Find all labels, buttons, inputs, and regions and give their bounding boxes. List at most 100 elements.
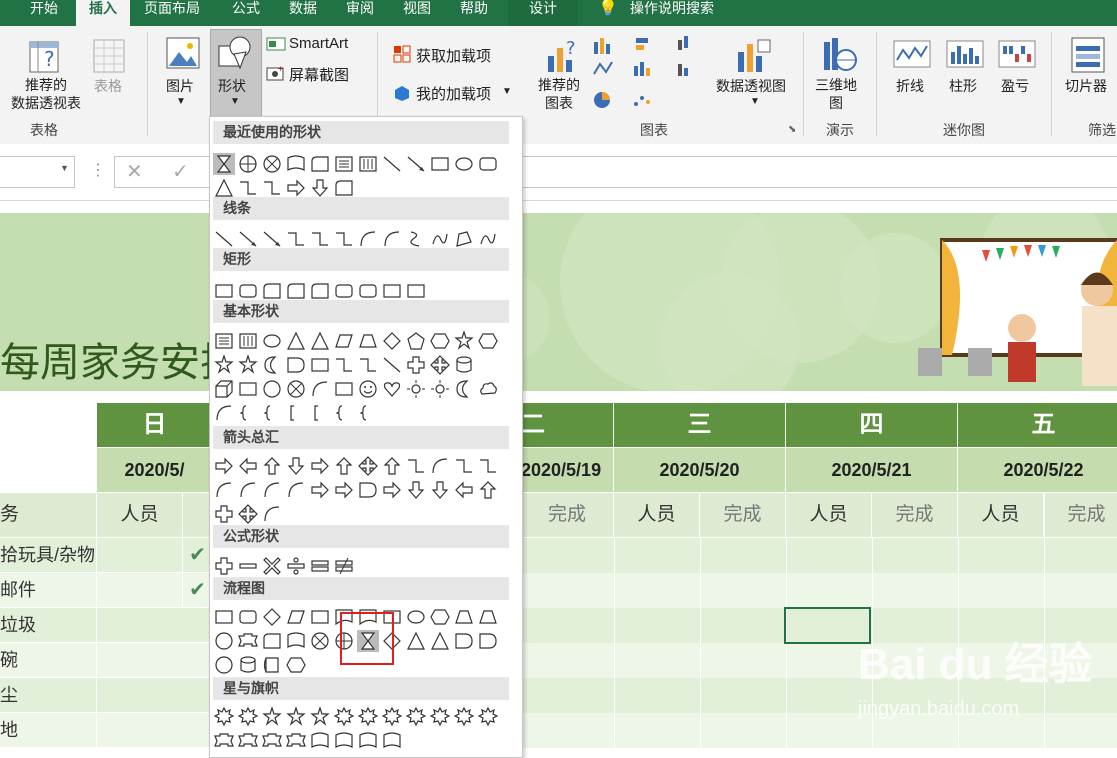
table-row[interactable] (521, 713, 1117, 748)
para-shape-icon[interactable] (285, 606, 307, 628)
bracket-shape-icon[interactable] (309, 402, 331, 424)
date-header[interactable]: 2020/5/19 (521, 448, 614, 493)
tab-data[interactable]: 数据 (289, 0, 317, 26)
curve-shape-icon[interactable] (213, 479, 235, 501)
star-shape-icon[interactable] (453, 330, 475, 352)
curve-shape-icon[interactable] (357, 228, 379, 250)
rrect-shape-icon[interactable] (333, 280, 355, 302)
oval-shape-icon[interactable] (405, 606, 427, 628)
uarrow-shape-icon[interactable] (477, 479, 499, 501)
table-cell[interactable] (97, 643, 213, 678)
snip-shape-icon[interactable] (285, 280, 307, 302)
hex-shape-icon[interactable] (429, 606, 451, 628)
curve-shape-icon[interactable] (309, 378, 331, 400)
hex-shape-icon[interactable] (285, 654, 307, 676)
line-shape-icon[interactable] (381, 153, 403, 175)
table-cell[interactable] (97, 678, 213, 713)
person-column-header[interactable]: 人员 (97, 493, 183, 538)
task-cell[interactable]: 地 (0, 713, 97, 748)
curve-shape-icon[interactable] (213, 402, 235, 424)
table-cell[interactable] (97, 538, 183, 573)
tab-home[interactable]: 开始 (30, 0, 58, 26)
date-header[interactable]: 2020/5/21 (786, 448, 958, 493)
text-shape-icon[interactable] (213, 330, 235, 352)
snip-shape-icon[interactable] (261, 280, 283, 302)
flag-shape-icon[interactable] (285, 153, 307, 175)
flag-shape-icon[interactable] (381, 730, 403, 752)
date-header[interactable]: 2020/5/20 (614, 448, 786, 493)
date-header[interactable]: 2020/5/ (97, 448, 213, 493)
snip-shape-icon[interactable] (333, 177, 355, 199)
line-shape-icon[interactable] (381, 354, 403, 376)
rect-shape-icon[interactable] (309, 606, 331, 628)
enter-icon[interactable]: ✓ (172, 159, 189, 184)
pent-shape-icon[interactable] (405, 330, 427, 352)
quad-shape-icon[interactable] (429, 354, 451, 376)
curvy-shape-icon[interactable] (405, 228, 427, 250)
rarrow-shape-icon[interactable] (213, 455, 235, 477)
darrow-shape-icon[interactable] (285, 455, 307, 477)
tab-view[interactable]: 视图 (403, 0, 431, 26)
charts-dialog-launcher-icon[interactable]: ⬊ (788, 124, 796, 135)
rarrow-shape-icon[interactable] (381, 479, 403, 501)
ribbon-shape-icon[interactable] (285, 730, 307, 752)
chart-type-icons[interactable] (590, 34, 710, 119)
seal-shape-icon[interactable] (429, 706, 451, 728)
snip-shape-icon[interactable] (261, 630, 283, 652)
star-shape-icon[interactable] (285, 706, 307, 728)
seal-shape-icon[interactable] (477, 706, 499, 728)
screenshot-button[interactable]: 屏幕截图 (289, 64, 349, 85)
moon-shape-icon[interactable] (261, 354, 283, 376)
elbow-shape-icon[interactable] (237, 177, 259, 199)
seal-shape-icon[interactable] (405, 706, 427, 728)
para-shape-icon[interactable] (333, 330, 355, 352)
task-cell[interactable]: 邮件 (0, 573, 97, 608)
elbow-shape-icon[interactable] (333, 228, 355, 250)
sparkline-winloss-button[interactable]: 盈亏 (1001, 76, 1029, 96)
done-column-header[interactable]: 完成 (1044, 493, 1117, 538)
seal-shape-icon[interactable] (213, 706, 235, 728)
task-cell[interactable]: 尘 (0, 678, 97, 713)
can-shape-icon[interactable] (261, 654, 283, 676)
ribbon-shape-icon[interactable] (261, 730, 283, 752)
elbow-shape-icon[interactable] (333, 354, 355, 376)
rarrow-shape-icon[interactable] (333, 479, 355, 501)
rarrow-shape-icon[interactable] (309, 455, 331, 477)
diamond-shape-icon[interactable] (261, 606, 283, 628)
snip-shape-icon[interactable] (309, 280, 331, 302)
mult-shape-icon[interactable] (261, 555, 283, 577)
map3d-button[interactable]: 三维地 图 (815, 76, 857, 112)
sparkline-column-button[interactable]: 柱形 (949, 76, 977, 96)
delay-shape-icon[interactable] (357, 479, 379, 501)
oval-shape-icon[interactable] (453, 153, 475, 175)
star-shape-icon[interactable] (237, 354, 259, 376)
sun-shape-icon[interactable] (429, 378, 451, 400)
seal-shape-icon[interactable] (237, 706, 259, 728)
heart-shape-icon[interactable] (381, 378, 403, 400)
brace-shape-icon[interactable] (357, 402, 379, 424)
vtext-shape-icon[interactable] (357, 153, 379, 175)
sun-shape-icon[interactable] (405, 378, 427, 400)
brace-shape-icon[interactable] (237, 402, 259, 424)
seal-shape-icon[interactable] (381, 706, 403, 728)
smartart-button[interactable]: SmartArt (289, 35, 348, 52)
cross-shape-icon[interactable] (237, 153, 259, 175)
rrect-shape-icon[interactable] (357, 280, 379, 302)
vtext-shape-icon[interactable] (237, 330, 259, 352)
curve-shape-icon[interactable] (381, 228, 403, 250)
ribbon-shape-icon[interactable] (237, 730, 259, 752)
seal-shape-icon[interactable] (333, 706, 355, 728)
oval-shape-icon[interactable] (261, 330, 283, 352)
divide-shape-icon[interactable] (285, 555, 307, 577)
xcirc-shape-icon[interactable] (261, 153, 283, 175)
circle-shape-icon[interactable] (213, 630, 235, 652)
done-column-header[interactable]: 完成 (872, 493, 958, 538)
line-shape-icon[interactable] (213, 228, 235, 250)
tri-shape-icon[interactable] (285, 330, 307, 352)
my-addins-button[interactable]: 我的加载项 (416, 83, 491, 104)
rect-shape-icon[interactable] (381, 280, 403, 302)
plus-shape-icon[interactable] (405, 354, 427, 376)
name-box-dropdown-icon[interactable]: ▼ (60, 163, 69, 173)
quad-shape-icon[interactable] (357, 455, 379, 477)
uarrow-shape-icon[interactable] (381, 455, 403, 477)
